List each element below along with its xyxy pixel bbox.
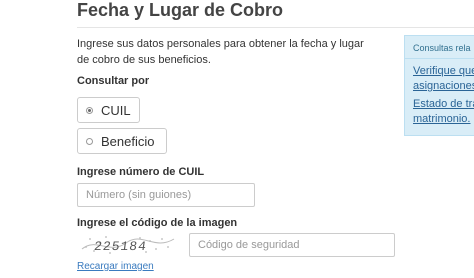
radio-option-cuil[interactable]: CUIL [77, 97, 140, 123]
page-title: Fecha y Lugar de Cobro [77, 0, 284, 20]
captcha-text: 225184 [93, 239, 148, 254]
radio-unchecked-icon[interactable] [86, 137, 93, 145]
sidebar-link-estado[interactable]: Estado de trá [413, 98, 474, 111]
related-queries-panel: Consultas rela Verifique que asignacione… [404, 35, 474, 136]
radio-label-beneficio: Beneficio [101, 133, 155, 149]
intro-text: Ingrese sus datos personales para obtene… [77, 38, 364, 66]
radio-option-beneficio[interactable]: Beneficio [77, 128, 167, 154]
related-queries-divider [405, 58, 474, 59]
sidebar-link-asignaciones[interactable]: asignaciones [413, 80, 474, 93]
captcha-image: 225184 [80, 233, 176, 257]
sidebar-link-verifique[interactable]: Verifique que [413, 65, 474, 78]
radio-label-cuil: CUIL [101, 102, 131, 118]
reload-captcha-link[interactable]: Recargar imagen [77, 261, 154, 272]
captcha-field-label: Ingrese el código de la imagen [77, 217, 238, 229]
cuil-input[interactable] [77, 183, 255, 207]
cuil-field-label: Ingrese número de CUIL [77, 166, 205, 178]
title-divider [77, 27, 474, 28]
consultar-por-label: Consultar por [77, 75, 150, 87]
related-queries-title: Consultas rela [413, 43, 471, 53]
radio-checked-icon[interactable] [86, 106, 93, 114]
captcha-input[interactable] [189, 233, 395, 257]
sidebar-link-matrimonio[interactable]: matrimonio. [413, 113, 470, 126]
